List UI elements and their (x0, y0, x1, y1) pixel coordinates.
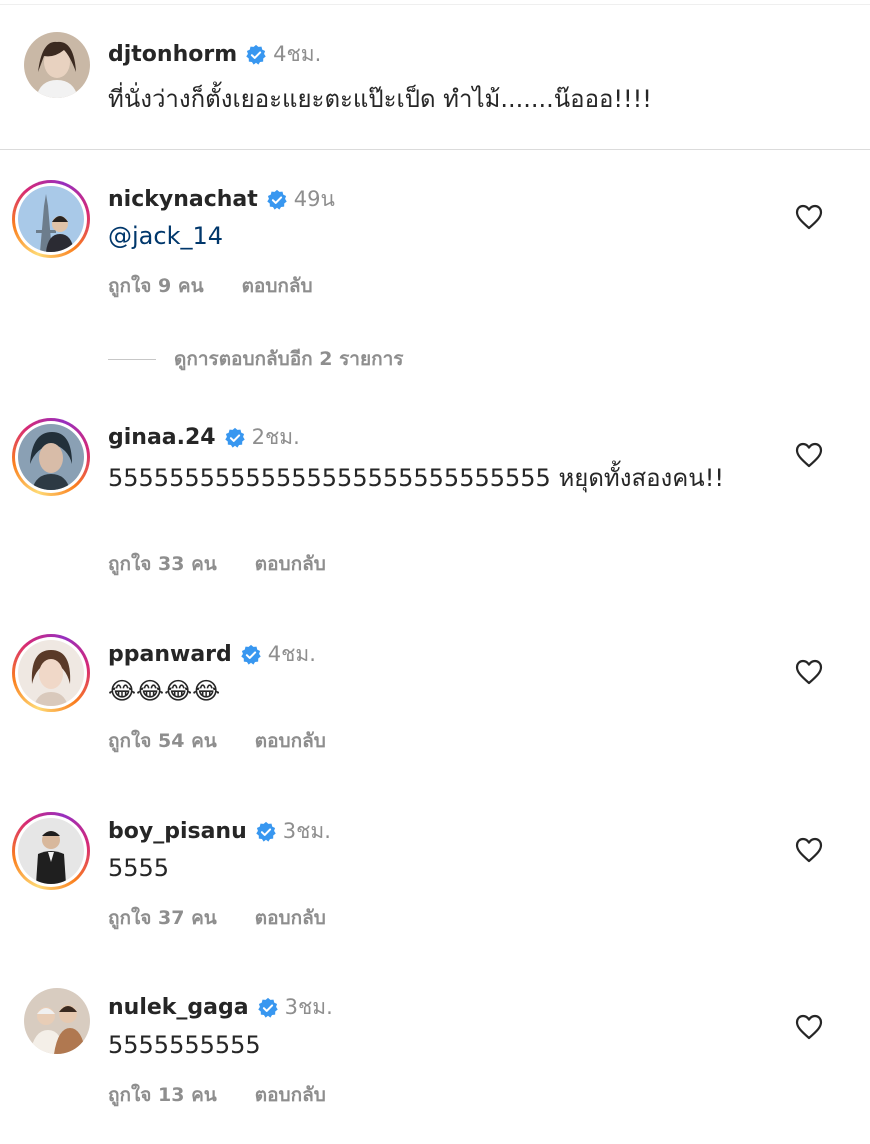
verified-badge-icon (266, 189, 288, 211)
reply-button[interactable]: ตอบกลับ (255, 549, 326, 579)
likes-count[interactable]: ถูกใจ 37 คน (108, 903, 217, 933)
view-more-replies-label[interactable]: ดูการตอบกลับอีก 2 รายการ (174, 344, 403, 374)
avatar[interactable] (18, 186, 84, 252)
like-heart-icon[interactable] (795, 1014, 823, 1040)
story-ring[interactable] (12, 812, 90, 890)
likes-count[interactable]: ถูกใจ 54 คน (108, 726, 217, 756)
timestamp: 4ชม. (273, 42, 322, 66)
comment-actions: ถูกใจ 13 คน ตอบกลับ (108, 1080, 326, 1110)
reply-button[interactable]: ตอบกลับ (242, 271, 313, 301)
likes-count[interactable]: ถูกใจ 33 คน (108, 549, 217, 579)
username[interactable]: djtonhorm (108, 42, 237, 67)
caption-text: ที่นั่งว่างก็ตั้งเยอะแยะตะแป๊ะเป็ด ทำไม้… (108, 85, 652, 113)
avatar[interactable] (18, 818, 84, 884)
divider (108, 358, 156, 360)
avatar[interactable] (24, 988, 90, 1054)
mention-link[interactable]: @jack_14 (108, 217, 768, 255)
comment-actions: ถูกใจ 9 คน ตอบกลับ (108, 271, 313, 301)
verified-badge-icon (257, 997, 279, 1019)
story-ring[interactable] (12, 418, 90, 496)
like-heart-icon[interactable] (795, 659, 823, 685)
comment-header: ppanward 4ชม. (108, 638, 316, 671)
like-heart-icon[interactable] (795, 204, 823, 230)
comment-text: 5555 (108, 854, 170, 882)
username[interactable]: ppanward (108, 642, 232, 667)
likes-count[interactable]: ถูกใจ 9 คน (108, 271, 204, 301)
username[interactable]: ginaa.24 (108, 425, 216, 450)
verified-badge-icon (255, 821, 277, 843)
comment-text: 5555555555 (108, 1031, 261, 1059)
username[interactable]: nulek_gaga (108, 995, 249, 1020)
username[interactable]: nickynachat (108, 187, 258, 212)
verified-badge-icon (240, 644, 262, 666)
caption-header: djtonhorm 4ชม. (108, 38, 321, 71)
timestamp: 3ชม. (284, 995, 333, 1019)
story-ring[interactable] (12, 634, 90, 712)
comment-actions: ถูกใจ 37 คน ตอบกลับ (108, 903, 326, 933)
like-heart-icon[interactable] (795, 837, 823, 863)
reply-button[interactable]: ตอบกลับ (255, 726, 326, 756)
comment-text: 55555555555555555555555555555 หยุดทั้งสอ… (108, 464, 724, 492)
comment-header: nickynachat 49น (108, 183, 335, 216)
verified-badge-icon (224, 427, 246, 449)
view-more-replies[interactable]: ดูการตอบกลับอีก 2 รายการ (108, 344, 403, 374)
verified-badge-icon (245, 44, 267, 66)
comment-header: ginaa.24 2ชม. (108, 421, 300, 454)
comment-actions: ถูกใจ 54 คน ตอบกลับ (108, 726, 326, 756)
timestamp: 4ชม. (267, 642, 316, 666)
post-caption: djtonhorm 4ชม. ที่นั่งว่างก็ตั้งเยอะแยะต… (0, 0, 870, 150)
like-heart-icon[interactable] (795, 442, 823, 468)
avatar[interactable] (18, 640, 84, 706)
likes-count[interactable]: ถูกใจ 13 คน (108, 1080, 217, 1110)
reply-button[interactable]: ตอบกลับ (255, 903, 326, 933)
comment-header: boy_pisanu 3ชม. (108, 815, 331, 848)
story-ring[interactable] (12, 180, 90, 258)
timestamp: 49น (293, 187, 335, 211)
comment-header: nulek_gaga 3ชม. (108, 991, 333, 1024)
username[interactable]: boy_pisanu (108, 819, 247, 844)
timestamp: 3ชม. (282, 819, 331, 843)
avatar[interactable] (18, 424, 84, 490)
reply-button[interactable]: ตอบกลับ (255, 1080, 326, 1110)
comment-actions: ถูกใจ 33 คน ตอบกลับ (108, 549, 326, 579)
timestamp: 2ชม. (251, 425, 300, 449)
comment-text: 😂😂😂😂 (108, 677, 221, 705)
avatar[interactable] (24, 32, 90, 98)
